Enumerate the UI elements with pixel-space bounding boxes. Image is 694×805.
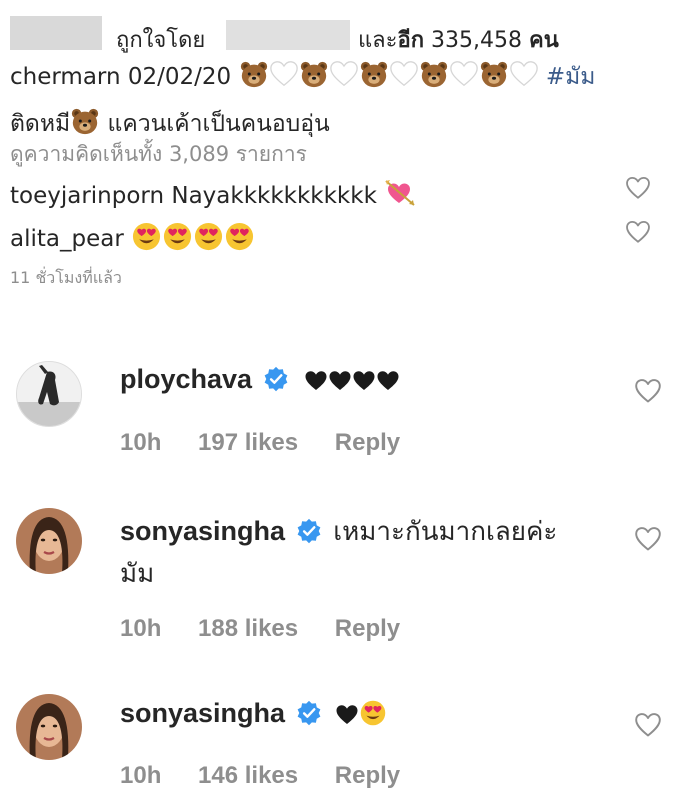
caption-line2-rest: แควนเค้าเป็นคนอบอุ่น <box>107 111 330 137</box>
comment-username[interactable]: alita_pear <box>10 226 124 252</box>
comment-meta: 10h 197 likes Reply <box>120 429 400 457</box>
likes-count-text[interactable]: และอีก 335,458 คน <box>358 22 559 57</box>
verified-badge-icon <box>296 518 322 544</box>
comment-header: ploychava <box>120 364 400 397</box>
comment-text: เหมาะกันมากเลยค่ะ <box>333 517 558 547</box>
likes-unit: คน <box>529 28 559 53</box>
heart-outline-icon[interactable] <box>634 525 662 553</box>
inline-comment: alita_pear <box>10 221 255 258</box>
comment-text-line2: มัม <box>120 559 155 589</box>
avatar[interactable] <box>16 508 82 574</box>
comment-time: 10h <box>120 615 162 642</box>
black-heart-icon <box>328 369 352 393</box>
black-heart-icon <box>352 369 376 393</box>
caption-emoji-row <box>239 59 539 102</box>
comment-likes[interactable]: 146 likes <box>198 762 298 789</box>
white-heart-icon <box>269 59 299 89</box>
heart-outline-icon[interactable] <box>634 377 662 405</box>
heart-eyes-face-icon <box>359 699 387 727</box>
verified-badge-icon <box>263 366 289 392</box>
reply-button[interactable]: Reply <box>335 762 400 789</box>
bear-face-icon <box>299 59 329 89</box>
comment-header: sonyasingha <box>120 698 387 731</box>
and-text: และ <box>358 28 398 53</box>
comment-meta: 10h 188 likes Reply <box>120 615 400 643</box>
comment-meta: 10h 146 likes Reply <box>120 762 400 790</box>
bear-face-icon <box>359 59 389 89</box>
white-heart-icon <box>509 59 539 89</box>
verified-badge-icon <box>296 700 322 726</box>
likes-count: 335,458 <box>431 28 523 53</box>
avatar-photo <box>17 362 81 426</box>
liker-name-blurred[interactable] <box>226 20 350 50</box>
post-caption: chermarn 02/02/20 #มัม ติดหมี แควนเค้าเป… <box>10 57 670 144</box>
comment-emoji-row <box>335 699 387 731</box>
heart-with-arrow-icon <box>384 177 416 209</box>
heart-eyes-face-icon <box>193 221 224 252</box>
comment-username[interactable]: sonyasingha <box>120 698 285 728</box>
bear-face-icon <box>419 59 449 89</box>
liked-by-prefix: ถูกใจโดย <box>116 28 206 53</box>
others-label: อีก <box>397 28 425 53</box>
white-heart-icon <box>329 59 359 89</box>
heart-outline-icon[interactable] <box>625 219 651 245</box>
caption-username[interactable]: chermarn <box>10 64 121 90</box>
comment-text: Nayakkkkkkkkkkk <box>171 183 377 209</box>
heart-eyes-face-icon <box>131 221 162 252</box>
black-heart-icon <box>335 703 359 727</box>
heart-outline-icon[interactable] <box>634 711 662 739</box>
post-time-ago: 11 ชั่วโมงที่แล้ว <box>10 268 122 287</box>
view-all-comments-link[interactable]: ดูความคิดเห็นทั้ง 3,089 รายการ <box>10 138 307 171</box>
heart-eyes-face-icon <box>224 221 255 252</box>
comment-header: sonyasingha เหมาะกันมากเลยค่ะ <box>120 511 557 552</box>
bear-face-icon <box>70 106 100 136</box>
comment-likes[interactable]: 197 likes <box>198 429 298 456</box>
liker-avatars-blurred <box>10 16 102 50</box>
likes-summary[interactable]: ถูกใจโดย และอีก 335,458 คน <box>0 10 694 53</box>
comment-username[interactable]: sonyasingha <box>120 516 285 546</box>
comment-username[interactable]: ploychava <box>120 364 252 394</box>
comment-emoji-row <box>131 221 255 258</box>
avatar-photo <box>16 508 82 574</box>
caption-hashtag[interactable]: #มัม <box>546 64 596 90</box>
inline-comment: toeyjarinporn Nayakkkkkkkkkkk <box>10 177 416 209</box>
avatar-photo <box>16 694 82 760</box>
comment-emoji-row <box>304 369 400 397</box>
bear-face-icon <box>479 59 509 89</box>
black-heart-icon <box>304 369 328 393</box>
heart-outline-icon[interactable] <box>625 175 651 201</box>
comment-time: 10h <box>120 762 162 789</box>
caption-date: 02/02/20 <box>127 64 232 90</box>
reply-button[interactable]: Reply <box>335 615 400 642</box>
white-heart-icon <box>449 59 479 89</box>
reply-button[interactable]: Reply <box>335 429 400 456</box>
bear-face-icon <box>239 59 269 89</box>
black-heart-icon <box>376 369 400 393</box>
heart-eyes-face-icon <box>162 221 193 252</box>
comment-time: 10h <box>120 429 162 456</box>
comment-likes[interactable]: 188 likes <box>198 615 298 642</box>
comment-username[interactable]: toeyjarinporn <box>10 183 164 209</box>
avatar[interactable] <box>16 361 82 427</box>
caption-line2-text: ติดหมี <box>10 111 71 137</box>
avatar[interactable] <box>16 694 82 760</box>
white-heart-icon <box>389 59 419 89</box>
